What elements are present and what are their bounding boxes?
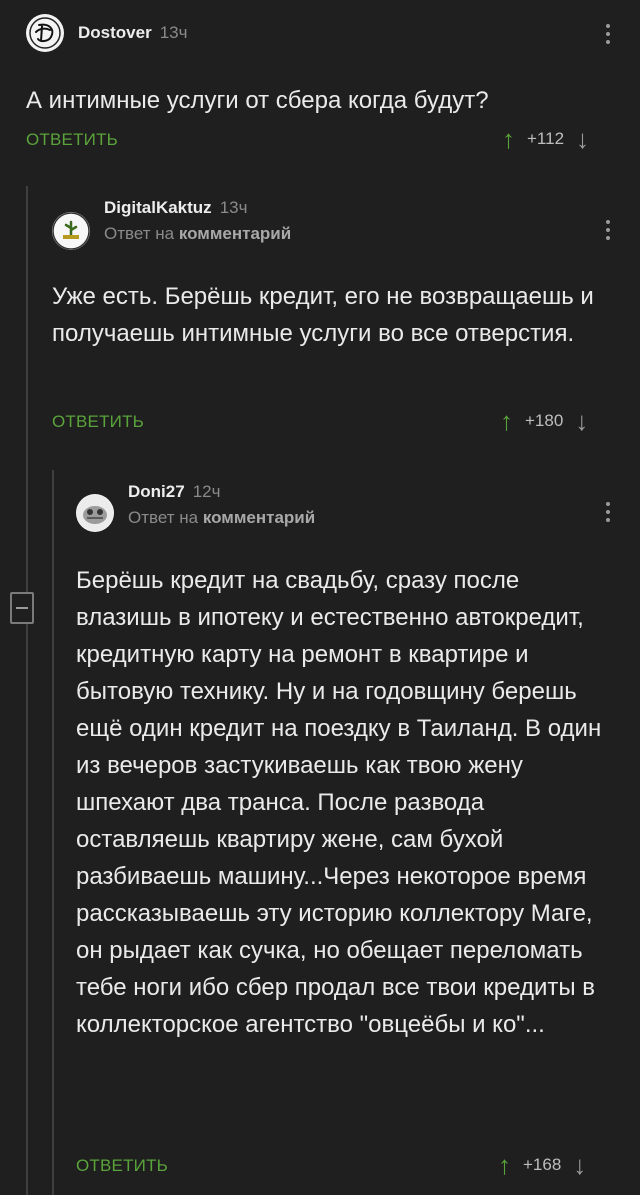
creature-avatar-icon <box>77 495 113 531</box>
collapse-thread-button[interactable] <box>10 592 34 624</box>
comment-header: DigitalKaktuz 13ч Ответ на комментарий <box>52 198 622 250</box>
thread-line-level-2 <box>52 470 54 1195</box>
rating-count: +168 <box>523 1155 562 1174</box>
comments-page: Dostover 13ч А интимные услуги от сбера … <box>0 0 640 1195</box>
avatar[interactable] <box>26 14 64 52</box>
reply-to-prefix: Ответ на <box>128 508 199 527</box>
upvote-arrow-icon[interactable]: ↑ <box>502 126 515 152</box>
minus-icon <box>16 607 28 609</box>
comment-text: Берёшь кредит на свадьбу, сразу после вл… <box>76 567 602 1038</box>
timestamp: 13ч <box>219 198 248 217</box>
comment-text: Уже есть. Берёшь кредит, его не возвраща… <box>52 283 594 347</box>
rating-count: +180 <box>525 411 564 430</box>
reply-to-link[interactable]: комментарий <box>203 508 315 527</box>
reply-button[interactable]: ОТВЕТИТЬ <box>76 1156 168 1176</box>
vote-controls: ↑ +168 ↓ <box>498 1152 586 1178</box>
reply-to-link[interactable]: комментарий <box>179 224 291 243</box>
username[interactable]: Doni27 <box>128 482 185 502</box>
comment-actions: ОТВЕТИТЬ <box>26 130 118 150</box>
comment-header: Doni27 12ч Ответ на комментарий <box>76 482 626 532</box>
downvote-arrow-icon[interactable]: ↓ <box>575 408 588 434</box>
upvote-arrow-icon[interactable]: ↑ <box>500 408 513 434</box>
reply-button[interactable]: ОТВЕТИТЬ <box>52 412 144 432</box>
username[interactable]: Dostover <box>78 23 152 43</box>
more-options-icon[interactable] <box>606 502 612 522</box>
timestamp: 13ч <box>159 23 188 42</box>
cactus-avatar-icon <box>52 212 90 250</box>
comment-digitalkaktuz: DigitalKaktuz 13ч Ответ на комментарий У… <box>52 198 622 352</box>
reply-to-prefix: Ответ на <box>104 224 175 243</box>
more-options-icon[interactable] <box>606 24 612 44</box>
timestamp: 12ч <box>192 482 221 501</box>
reply-to-info: Ответ на комментарий <box>104 224 291 244</box>
username[interactable]: DigitalKaktuz <box>104 198 212 218</box>
comment-header: Dostover 13ч <box>26 14 626 52</box>
downvote-arrow-icon[interactable]: ↓ <box>573 1152 586 1178</box>
thread-line-level-1 <box>26 186 28 1195</box>
avatar[interactable] <box>52 212 90 250</box>
reply-button[interactable]: ОТВЕТИТЬ <box>26 130 118 150</box>
comment-text: А интимные услуги от сбера когда будут? <box>26 87 489 114</box>
vote-controls: ↑ +180 ↓ <box>500 408 588 434</box>
reply-to-info: Ответ на комментарий <box>128 508 315 528</box>
more-options-icon[interactable] <box>606 220 612 240</box>
comment-doni27: Doni27 12ч Ответ на комментарий Берёшь к… <box>76 482 626 1043</box>
rating-count: +112 <box>527 129 565 148</box>
vote-controls: ↑ +112 ↓ <box>502 126 589 152</box>
dostover-logo-icon <box>27 15 63 51</box>
avatar[interactable] <box>76 494 114 532</box>
comment-dostover: Dostover 13ч А интимные услуги от сбера … <box>26 14 626 119</box>
upvote-arrow-icon[interactable]: ↑ <box>498 1152 511 1178</box>
downvote-arrow-icon[interactable]: ↓ <box>576 126 589 152</box>
comment-actions: ОТВЕТИТЬ <box>76 1156 168 1176</box>
comment-actions: ОТВЕТИТЬ <box>52 412 144 432</box>
